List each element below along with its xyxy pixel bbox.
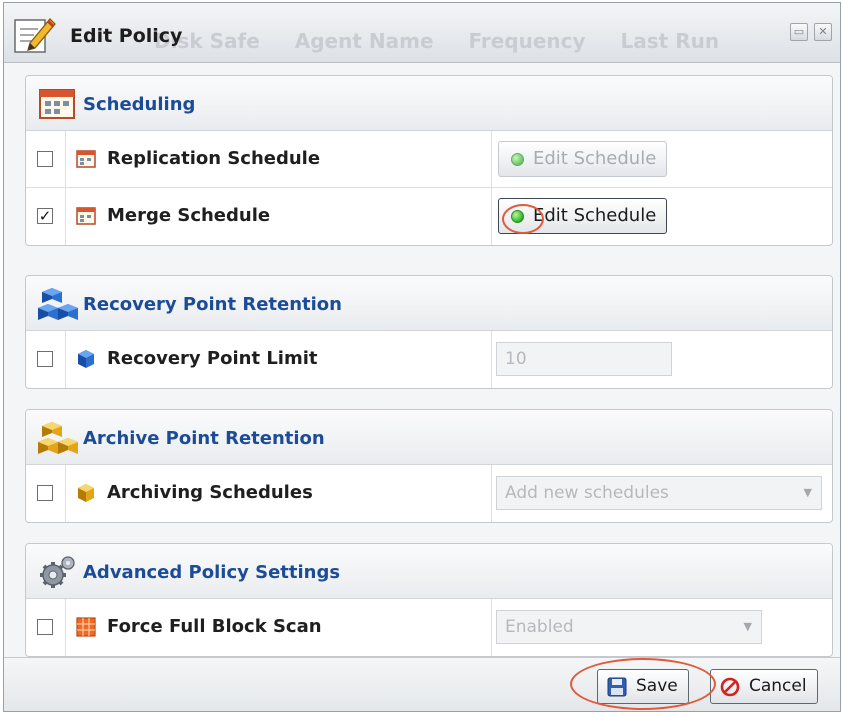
maximize-icon[interactable]: ▭: [790, 23, 808, 41]
recovery-header: Recovery Point Retention: [26, 276, 832, 331]
background-column-header: Frequency: [468, 29, 586, 53]
recovery-title: Recovery Point Retention: [83, 294, 342, 315]
recovery-point-limit-checkbox[interactable]: [37, 351, 53, 367]
label-cell: Archiving Schedules: [66, 465, 492, 522]
blue-cube-icon: [78, 350, 94, 368]
checkbox-cell: ✓: [26, 188, 66, 245]
cancel-button[interactable]: Cancel: [710, 669, 818, 704]
gears-icon: [40, 556, 75, 588]
scheduling-header: Scheduling: [26, 76, 832, 131]
archive-title: Archive Point Retention: [83, 428, 325, 449]
archiving-schedules-row: Archiving Schedules Add new schedules ▼: [26, 465, 832, 522]
background-column-header: Last Run: [620, 29, 720, 53]
replication-schedule-checkbox[interactable]: [37, 151, 53, 167]
recovery-point-limit-input[interactable]: 10: [496, 342, 672, 376]
label-cell: Recovery Point Limit: [66, 331, 492, 388]
force-full-block-scan-checkbox[interactable]: [37, 619, 53, 635]
label-cell: Replication Schedule: [66, 131, 492, 187]
edit-schedule-label: Edit Schedule: [533, 148, 657, 169]
archive-panel: Archive Point Retention Archiving Schedu…: [25, 409, 833, 523]
background-column-header: Agent Name: [294, 29, 434, 53]
replication-schedule-label: Replication Schedule: [107, 148, 321, 169]
calendar-icon: [76, 207, 96, 225]
background-column-headers: Disk Safe Agent Name Frequency Last Run: [154, 29, 747, 53]
blue-cubes-icon: [38, 288, 78, 320]
control-cell: Add new schedules ▼: [492, 465, 832, 522]
recovery-panel: Recovery Point Retention Recovery Point …: [25, 275, 833, 389]
force-full-block-scan-select[interactable]: Enabled ▼: [496, 610, 762, 644]
merge-edit-schedule-button[interactable]: Edit Schedule: [498, 198, 668, 234]
checkbox-cell: [26, 131, 66, 187]
control-cell: Enabled ▼: [492, 599, 832, 656]
label-cell: Merge Schedule: [66, 188, 492, 245]
recovery-point-limit-row: Recovery Point Limit 10: [26, 331, 832, 388]
label-cell: Force Full Block Scan: [66, 599, 492, 656]
checkbox-cell: [26, 465, 66, 522]
control-cell: 10: [492, 331, 832, 388]
archive-header: Archive Point Retention: [26, 410, 832, 465]
edit-policy-icon: [14, 18, 56, 53]
calendar-icon: [39, 89, 75, 119]
dialog-body: Scheduling Replication Schedule Edit Sch…: [4, 63, 840, 657]
checkmark-icon: ✓: [38, 207, 52, 225]
status-dot-icon: [511, 153, 524, 166]
edit-policy-dialog: Disk Safe Agent Name Frequency Last Run …: [3, 2, 841, 712]
scheduling-title: Scheduling: [83, 94, 196, 115]
force-full-block-scan-label: Force Full Block Scan: [107, 616, 322, 637]
gold-cube-icon: [78, 484, 94, 502]
replication-schedule-row: Replication Schedule Edit Schedule: [26, 131, 832, 188]
advanced-title: Advanced Policy Settings: [83, 562, 341, 583]
save-button[interactable]: Save: [597, 669, 689, 704]
merge-schedule-label: Merge Schedule: [107, 205, 271, 226]
dialog-titlebar[interactable]: Disk Safe Agent Name Frequency Last Run …: [4, 3, 840, 63]
save-label: Save: [636, 676, 678, 696]
cancel-icon: [720, 677, 740, 697]
scheduling-panel: Scheduling Replication Schedule Edit Sch…: [25, 75, 833, 246]
control-cell: Edit Schedule: [492, 188, 832, 245]
edit-schedule-label: Edit Schedule: [533, 205, 657, 226]
dropdown-arrow-icon: ▼: [803, 486, 812, 499]
recovery-point-limit-label: Recovery Point Limit: [107, 348, 318, 369]
dropdown-arrow-icon: ▼: [743, 620, 752, 633]
dialog-footer: Save Cancel: [4, 657, 840, 711]
archiving-schedules-select[interactable]: Add new schedules ▼: [496, 476, 822, 510]
replication-edit-schedule-button[interactable]: Edit Schedule: [498, 141, 668, 177]
floppy-disk-icon: [607, 677, 627, 697]
control-cell: Edit Schedule: [492, 131, 832, 187]
cancel-label: Cancel: [749, 676, 807, 696]
archiving-schedules-value: Add new schedules: [505, 483, 669, 503]
advanced-header: Advanced Policy Settings: [26, 544, 832, 599]
merge-schedule-row: ✓ Merge Schedule Edit Schedule: [26, 188, 832, 245]
force-full-block-scan-row: Force Full Block Scan Enabled ▼: [26, 599, 832, 656]
checkbox-cell: [26, 331, 66, 388]
archiving-schedules-checkbox[interactable]: [37, 485, 53, 501]
calendar-icon: [76, 150, 96, 168]
checkbox-cell: [26, 599, 66, 656]
dialog-title: Edit Policy: [70, 25, 183, 47]
archiving-schedules-label: Archiving Schedules: [107, 482, 313, 503]
status-dot-icon: [511, 210, 524, 223]
merge-schedule-checkbox[interactable]: ✓: [37, 208, 53, 224]
grid-icon: [76, 617, 96, 637]
close-icon[interactable]: ✕: [814, 23, 832, 41]
advanced-panel: Advanced Policy Settings Force Full Bloc…: [25, 543, 833, 657]
gold-cubes-icon: [38, 422, 78, 454]
force-full-block-scan-value: Enabled: [505, 617, 574, 637]
